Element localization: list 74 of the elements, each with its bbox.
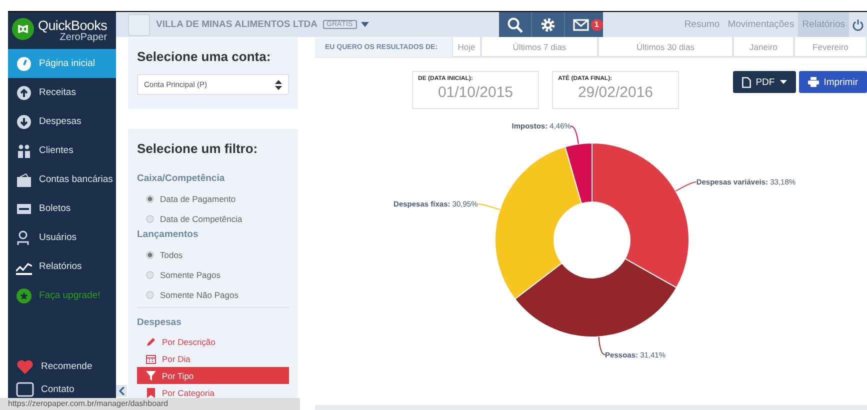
power-icon — [852, 18, 864, 30]
pdf-button[interactable]: PDF — [732, 71, 796, 93]
sort-arrows-icon — [275, 80, 282, 90]
calendar-icon — [146, 354, 156, 364]
settings-icon — [540, 16, 556, 32]
sidebar-item[interactable]: Despesas — [8, 107, 116, 136]
leader-line — [477, 204, 500, 210]
option-label: Todos — [160, 250, 183, 260]
sidebar-item[interactable]: Usuários — [8, 223, 116, 252]
wallet-icon — [16, 172, 32, 188]
sidebar-item[interactable]: Receitas — [8, 78, 116, 107]
filter-link[interactable]: Por Descrição — [137, 333, 289, 350]
sidebar-item[interactable]: Relatórios — [8, 252, 116, 281]
filter-icon — [146, 370, 156, 380]
panel-title: Selecione um filtro: — [137, 141, 259, 156]
radio-button[interactable] — [146, 271, 154, 279]
filter-link[interactable]: Por Dia — [137, 350, 289, 367]
sidebar-item[interactable]: Recomende — [8, 352, 116, 381]
radio-option[interactable]: Todos — [137, 245, 289, 265]
pencil-icon — [146, 336, 156, 346]
printer-icon — [808, 77, 819, 87]
period-option[interactable]: Hoje — [452, 37, 481, 57]
brand-name: QuickBooks — [38, 19, 108, 33]
company-name[interactable]: VILLA DE MINAS ALIMENTOS LTDA — [156, 19, 318, 30]
document-icon — [742, 76, 751, 88]
period-option[interactable]: Últimos 7 dias — [481, 37, 598, 57]
group-heading: Lançamentos — [137, 229, 200, 240]
filter-link[interactable]: Por Categoria — [137, 384, 289, 401]
collapse-button[interactable] — [116, 385, 127, 397]
sidebar-item[interactable]: Faça upgrade! — [8, 281, 116, 310]
leader-line — [675, 182, 697, 192]
print-button[interactable]: Imprimir — [798, 71, 867, 93]
period-option[interactable]: Fevereiro — [794, 37, 867, 57]
sidebar-item[interactable]: Boletos — [8, 194, 116, 223]
leader-line — [598, 336, 606, 356]
radio-button[interactable] — [146, 195, 154, 203]
caret-icon — [780, 80, 787, 84]
option-label: Somente Não Pagos — [160, 290, 238, 300]
product-name: ZeroPaper — [60, 32, 108, 43]
user-icon — [16, 230, 32, 246]
period-option[interactable]: Janeiro — [733, 37, 794, 57]
chevron-left-icon — [118, 387, 124, 395]
radio-option[interactable]: Somente Não Pagos — [137, 285, 289, 305]
upgrade-icon — [16, 288, 32, 304]
radio-button[interactable] — [146, 215, 154, 223]
radio-option[interactable]: Data de Competência — [137, 209, 289, 229]
mail-icon — [572, 18, 589, 30]
radio-button[interactable] — [146, 251, 154, 259]
sidebar-item[interactable]: Contas bancárias — [8, 165, 116, 194]
radio-button[interactable] — [146, 291, 154, 299]
period-option[interactable]: Últimos 30 dias — [598, 37, 733, 57]
search-icon — [506, 16, 523, 32]
leader-line — [570, 126, 579, 144]
heart-icon — [16, 358, 34, 374]
sidebar-item[interactable]: Página inicial — [8, 49, 116, 78]
up-icon — [16, 84, 32, 100]
sidebar-item[interactable]: Clientes — [8, 136, 116, 165]
radio-option[interactable]: Data de Pagamento — [137, 189, 289, 209]
option-label: Data de Pagamento — [160, 194, 236, 204]
gauge-icon — [16, 56, 32, 72]
group-heading: Caixa/Competência — [137, 173, 226, 184]
caret-icon[interactable] — [360, 22, 369, 27]
group-heading: Despesas — [137, 317, 182, 328]
radio-option[interactable]: Somente Pagos — [137, 265, 289, 285]
panel-title: Selecione uma conta: — [137, 49, 272, 64]
people-icon — [16, 142, 32, 158]
chat-icon — [16, 382, 34, 398]
status-bar: https://zeropaper.com.br/manager/dashboard — [0, 398, 300, 410]
filter-link[interactable]: Por Tipo — [137, 367, 289, 384]
option-label: Somente Pagos — [160, 270, 220, 280]
option-label: Data de Competência — [160, 214, 242, 224]
sidebar-item[interactable]: Contato — [8, 381, 116, 398]
notification-badge: 1 — [590, 18, 603, 30]
down-icon — [16, 114, 32, 130]
